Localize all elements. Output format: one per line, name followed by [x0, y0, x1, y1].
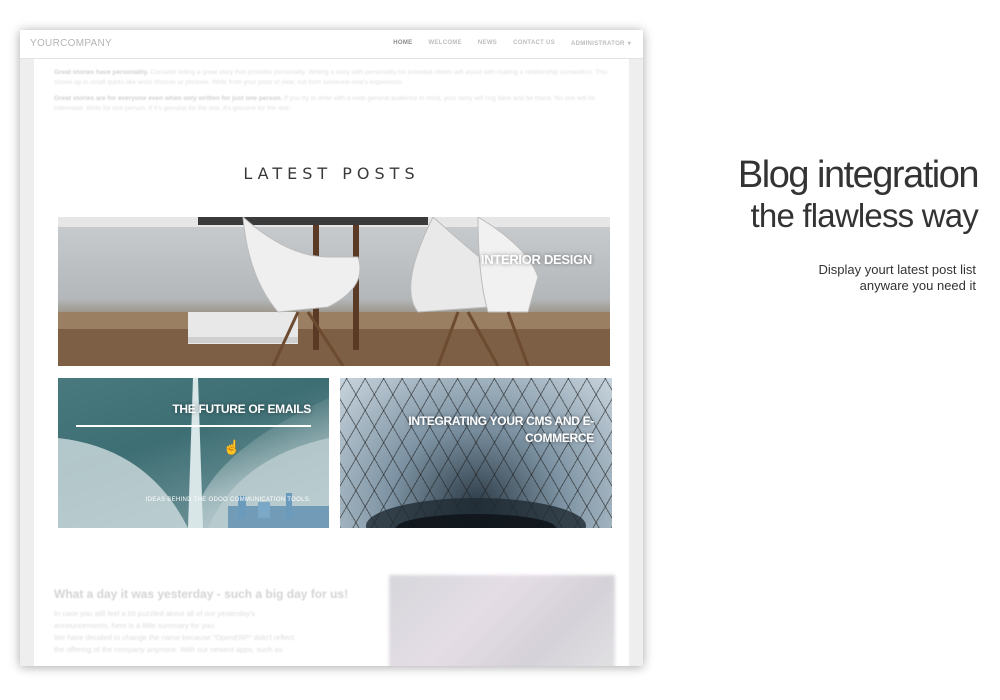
- administrator-label: ADMINISTRATOR: [571, 41, 625, 47]
- post-card-interior-design[interactable]: INTERIOR DESIGN: [58, 217, 610, 366]
- nav-home[interactable]: HOME: [393, 40, 412, 47]
- headline: Blog integration: [737, 154, 980, 196]
- latest-posts-heading: LATEST POSTS: [243, 164, 420, 183]
- nav-welcome[interactable]: WELCOME: [428, 40, 461, 47]
- browser-window: YOURCOMPANY HOME WELCOME NEWS CONTACT US…: [20, 30, 643, 666]
- post-title: THE FUTURE OF EMAILS: [172, 402, 311, 416]
- hand-pointer-cursor-icon: ☝: [223, 439, 241, 455]
- post-subtitle: IDEAS BEHIND THE ODOO COMMUNICATION TOOL…: [145, 497, 311, 503]
- article-title[interactable]: What a day it was yesterday - such a big…: [54, 587, 348, 601]
- post-title: INTEGRATING YOUR CMS AND E-COMMERCE: [408, 414, 594, 445]
- post-card-future-of-emails[interactable]: THE FUTURE OF EMAILS IDEAS BEHIND THE OD…: [58, 378, 329, 528]
- intro-text: Great stories have personality. Consider…: [54, 68, 616, 120]
- page-gutter-right: [629, 30, 643, 666]
- intro-paragraph-2-lead: Great stories are for everyone even when…: [54, 95, 283, 102]
- article-excerpt: In case you still feel a bit puzzled abo…: [54, 608, 378, 656]
- intro-paragraph-2: Great stories are for everyone even when…: [54, 94, 616, 114]
- page-gutter-left: [20, 30, 34, 666]
- description-line-1: Display yourt latest post list: [818, 262, 976, 277]
- glass-dome-photo: [366, 498, 586, 528]
- brand-logo[interactable]: YOURCOMPANY: [30, 38, 112, 49]
- interior-photo: [58, 217, 610, 366]
- intro-paragraph-1: Great stories have personality. Consider…: [54, 68, 616, 88]
- article-line: In case you still feel a bit puzzled abo…: [54, 609, 256, 618]
- main-menu: HOME WELCOME NEWS CONTACT US ADMINISTRAT…: [393, 40, 631, 47]
- article-line: announcements, here is a little summary …: [54, 621, 216, 630]
- top-navbar: YOURCOMPANY HOME WELCOME NEWS CONTACT US…: [20, 30, 643, 59]
- title-divider: [76, 425, 311, 427]
- article-crowd-image: [389, 575, 615, 666]
- nav-administrator-dropdown[interactable]: ADMINISTRATOR ▾: [571, 40, 631, 47]
- nav-news[interactable]: NEWS: [478, 40, 497, 47]
- nav-contact-us[interactable]: CONTACT US: [513, 40, 555, 47]
- article-line: the offering of the company anymore. Wit…: [54, 645, 283, 654]
- post-title: INTERIOR DESIGN: [480, 252, 592, 267]
- feature-description: Display yourt latest post list anyware y…: [756, 262, 976, 294]
- article-line: We have decided to change the name becau…: [54, 633, 295, 642]
- intro-paragraph-1-lead: Great stories have personality.: [54, 69, 149, 76]
- description-line-2: anyware you need it: [859, 278, 976, 293]
- subheadline: the flawless way: [750, 197, 979, 234]
- post-card-integrating-cms[interactable]: INTEGRATING YOUR CMS AND E-COMMERCE: [340, 378, 612, 528]
- bridge-photo: [58, 378, 329, 528]
- chevron-down-icon: ▾: [627, 41, 631, 47]
